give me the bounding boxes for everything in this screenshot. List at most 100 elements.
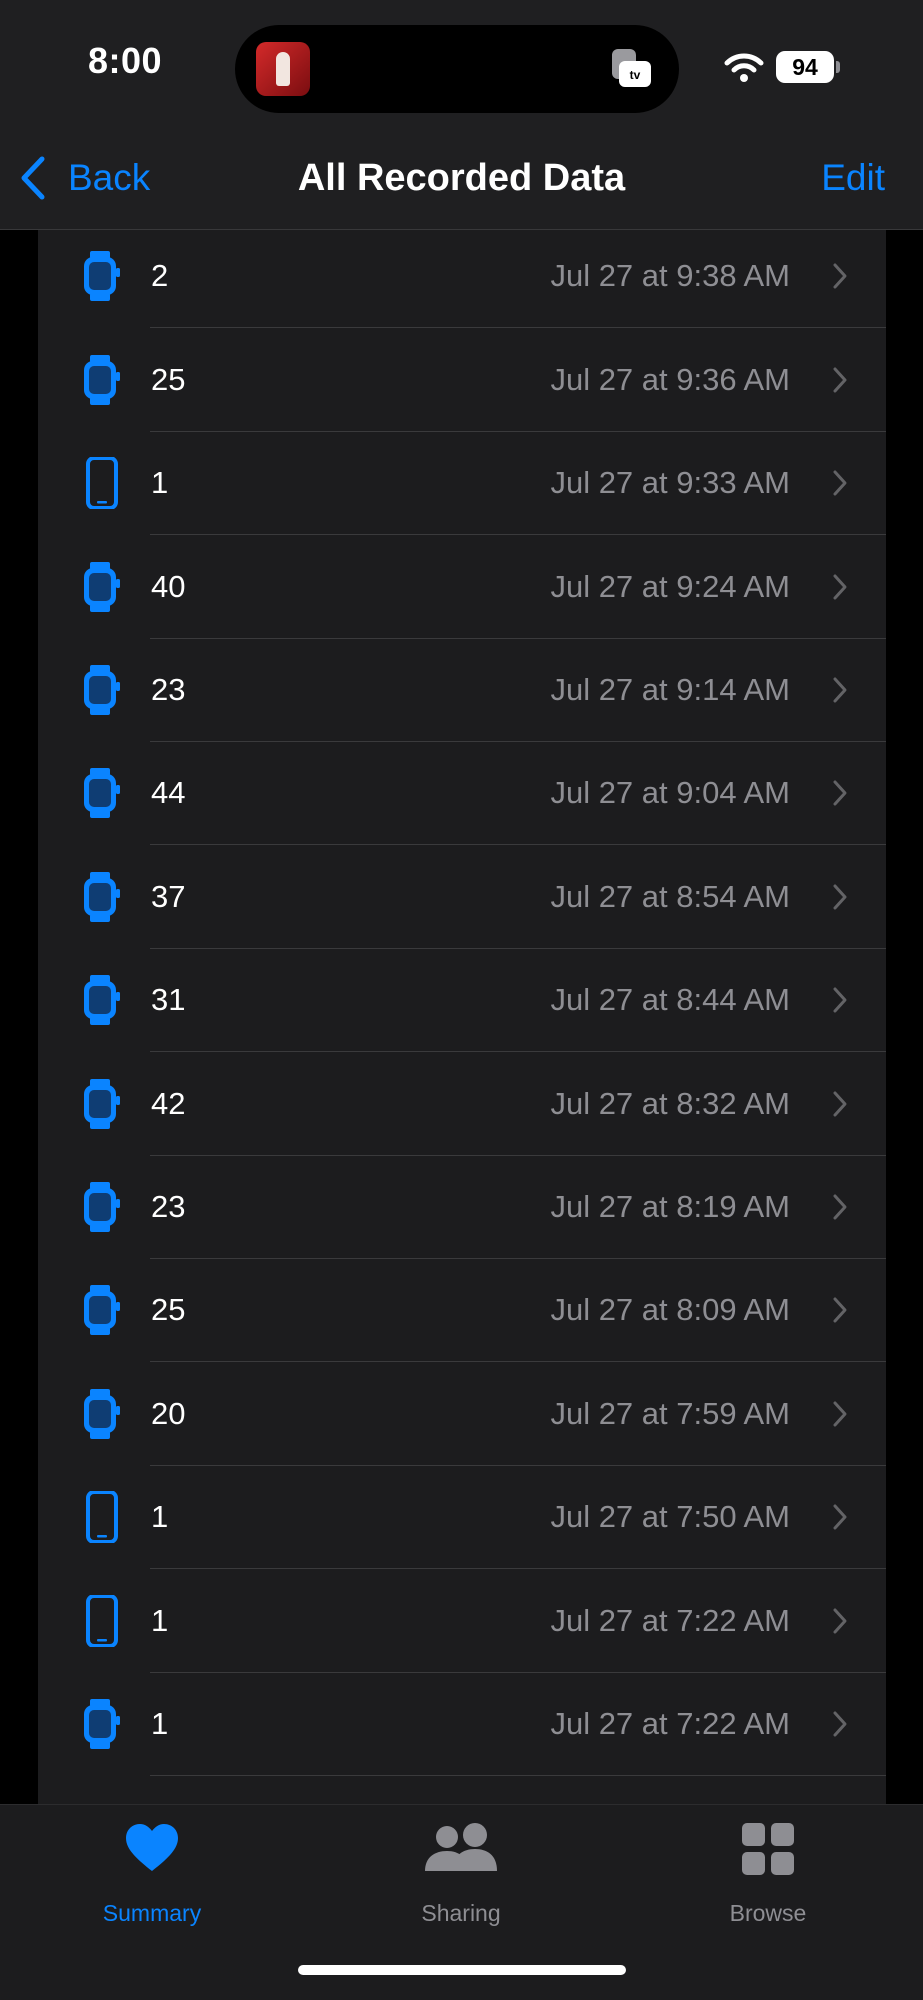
record-date: Jul 27 at 7:59 AM xyxy=(550,1395,790,1431)
edit-button[interactable]: Edit xyxy=(821,150,885,206)
tab-sharing-label: Sharing xyxy=(421,1900,501,1926)
watch-icon xyxy=(82,1388,122,1440)
record-value: 31 xyxy=(151,982,186,1018)
chevron-right-icon xyxy=(832,1710,848,1738)
list-item[interactable]: 25 Jul 27 at 9:36 AM xyxy=(38,328,886,432)
tab-browse-label: Browse xyxy=(729,1900,807,1926)
chevron-right-icon xyxy=(832,1090,848,1118)
chevron-right-icon xyxy=(832,779,848,807)
list-item[interactable]: 1 Jul 27 at 7:50 AM xyxy=(38,1465,886,1570)
status-time: 8:00 xyxy=(88,40,163,81)
record-date: Jul 27 at 9:33 AM xyxy=(550,465,790,501)
record-value: 44 xyxy=(151,775,186,811)
record-value: 25 xyxy=(151,361,186,397)
list-item[interactable]: 1 Jul 27 at 7:22 AM xyxy=(38,1672,886,1776)
watch-icon xyxy=(82,664,122,716)
record-value: 25 xyxy=(151,1292,186,1328)
chevron-right-icon xyxy=(832,1400,848,1428)
list-item[interactable]: 23 Jul 27 at 9:14 AM xyxy=(38,638,886,742)
chevron-right-icon xyxy=(832,469,848,497)
record-date: Jul 27 at 9:14 AM xyxy=(550,672,790,707)
recorded-data-list[interactable]: 1Jul 27 at 11:40 AM2Jul 27 at 9:38 AM25J… xyxy=(38,192,886,1804)
row-separator xyxy=(150,1775,886,1776)
tab-browse[interactable]: Browse xyxy=(668,1805,868,1935)
list-item[interactable]: 42 Jul 27 at 8:32 AM xyxy=(38,1052,886,1156)
record-value: 1 xyxy=(151,1602,169,1638)
home-indicator xyxy=(298,1965,626,1975)
chevron-right-icon xyxy=(832,366,848,394)
record-date: Jul 27 at 7:50 AM xyxy=(550,1499,790,1535)
chevron-right-icon xyxy=(832,262,848,290)
record-date: Jul 27 at 8:19 AM xyxy=(550,1189,790,1224)
tab-summary-label: Summary xyxy=(102,1900,202,1926)
list-item[interactable]: 25 Jul 27 at 8:09 AM xyxy=(38,1258,886,1363)
list-item[interactable]: 23 Jul 27 at 8:19 AM xyxy=(38,1155,886,1259)
dynamic-island[interactable]: tv xyxy=(235,25,679,113)
back-label: Back xyxy=(68,157,151,198)
chevron-right-icon xyxy=(832,1503,848,1531)
record-value: 42 xyxy=(151,1085,186,1121)
record-date: Jul 27 at 7:22 AM xyxy=(550,1706,790,1741)
battery-level: 94 xyxy=(776,51,834,83)
watch-icon xyxy=(82,250,122,302)
list-item[interactable]: 44 Jul 27 at 9:04 AM xyxy=(38,741,886,846)
watch-icon xyxy=(82,974,122,1026)
tab-summary[interactable]: Summary xyxy=(52,1805,252,1935)
list-item[interactable]: 40 Jul 27 at 9:24 AM xyxy=(38,535,886,639)
record-value: 1 xyxy=(151,1706,169,1741)
watch-icon xyxy=(82,1078,122,1130)
record-date: Jul 27 at 9:36 AM xyxy=(550,361,790,397)
record-date: Jul 27 at 9:24 AM xyxy=(550,568,790,604)
chevron-right-icon xyxy=(832,573,848,601)
record-date: Jul 27 at 8:32 AM xyxy=(550,1085,790,1121)
iphone-icon xyxy=(82,456,122,511)
iphone-icon xyxy=(82,1490,122,1545)
record-value: 37 xyxy=(151,878,186,914)
record-value: 1 xyxy=(151,1499,169,1535)
record-value: 20 xyxy=(151,1395,186,1431)
record-value: 40 xyxy=(151,568,186,604)
watch-icon xyxy=(82,1284,122,1336)
album-art-icon xyxy=(256,42,310,96)
grid-icon xyxy=(742,1823,794,1875)
list-item[interactable]: 1 Jul 27 at 9:33 AM xyxy=(38,431,886,536)
chevron-left-icon xyxy=(21,156,45,200)
watch-icon xyxy=(82,1181,122,1233)
back-button[interactable]: Back xyxy=(18,150,150,206)
list-item[interactable]: 37 Jul 27 at 8:54 AM xyxy=(38,845,886,949)
battery-tip xyxy=(836,61,840,73)
record-date: Jul 27 at 9:38 AM xyxy=(550,258,790,294)
list-item[interactable]: 2 Jul 27 at 9:38 AM xyxy=(38,224,886,329)
record-date: Jul 27 at 7:22 AM xyxy=(550,1602,790,1638)
watch-icon xyxy=(82,354,122,406)
watch-icon xyxy=(82,561,122,613)
watch-icon xyxy=(82,767,122,819)
chevron-right-icon xyxy=(832,883,848,911)
list-item[interactable]: 31 Jul 27 at 8:44 AM xyxy=(38,948,886,1053)
heart-icon xyxy=(126,1824,178,1871)
record-date: Jul 27 at 8:54 AM xyxy=(550,878,790,914)
iphone-icon xyxy=(82,1593,122,1648)
apple-tv-icon: tv xyxy=(612,49,651,87)
chevron-right-icon xyxy=(832,1193,848,1221)
people-icon xyxy=(425,1823,497,1871)
watch-icon xyxy=(82,871,122,923)
wifi-icon xyxy=(724,53,764,82)
chevron-right-icon xyxy=(832,1607,848,1635)
record-value: 23 xyxy=(151,672,186,707)
record-date: Jul 27 at 8:09 AM xyxy=(550,1292,790,1328)
list-item[interactable]: 1 Jul 27 at 7:22 AM xyxy=(38,1569,886,1673)
record-value: 2 xyxy=(151,258,169,294)
navigation-bar: 8:00 tv 94 Back All Recorded Data Edit xyxy=(0,0,923,230)
record-date: Jul 27 at 9:04 AM xyxy=(550,775,790,811)
svg-text:tv: tv xyxy=(630,68,641,82)
tab-sharing[interactable]: Sharing xyxy=(361,1805,561,1935)
watch-icon xyxy=(82,1698,122,1750)
record-value: 1 xyxy=(151,465,169,501)
chevron-right-icon xyxy=(832,676,848,704)
record-value: 23 xyxy=(151,1189,186,1224)
chevron-right-icon xyxy=(832,1296,848,1324)
list-item[interactable]: 20 Jul 27 at 7:59 AM xyxy=(38,1362,886,1466)
chevron-right-icon xyxy=(832,986,848,1014)
record-date: Jul 27 at 8:44 AM xyxy=(550,982,790,1018)
